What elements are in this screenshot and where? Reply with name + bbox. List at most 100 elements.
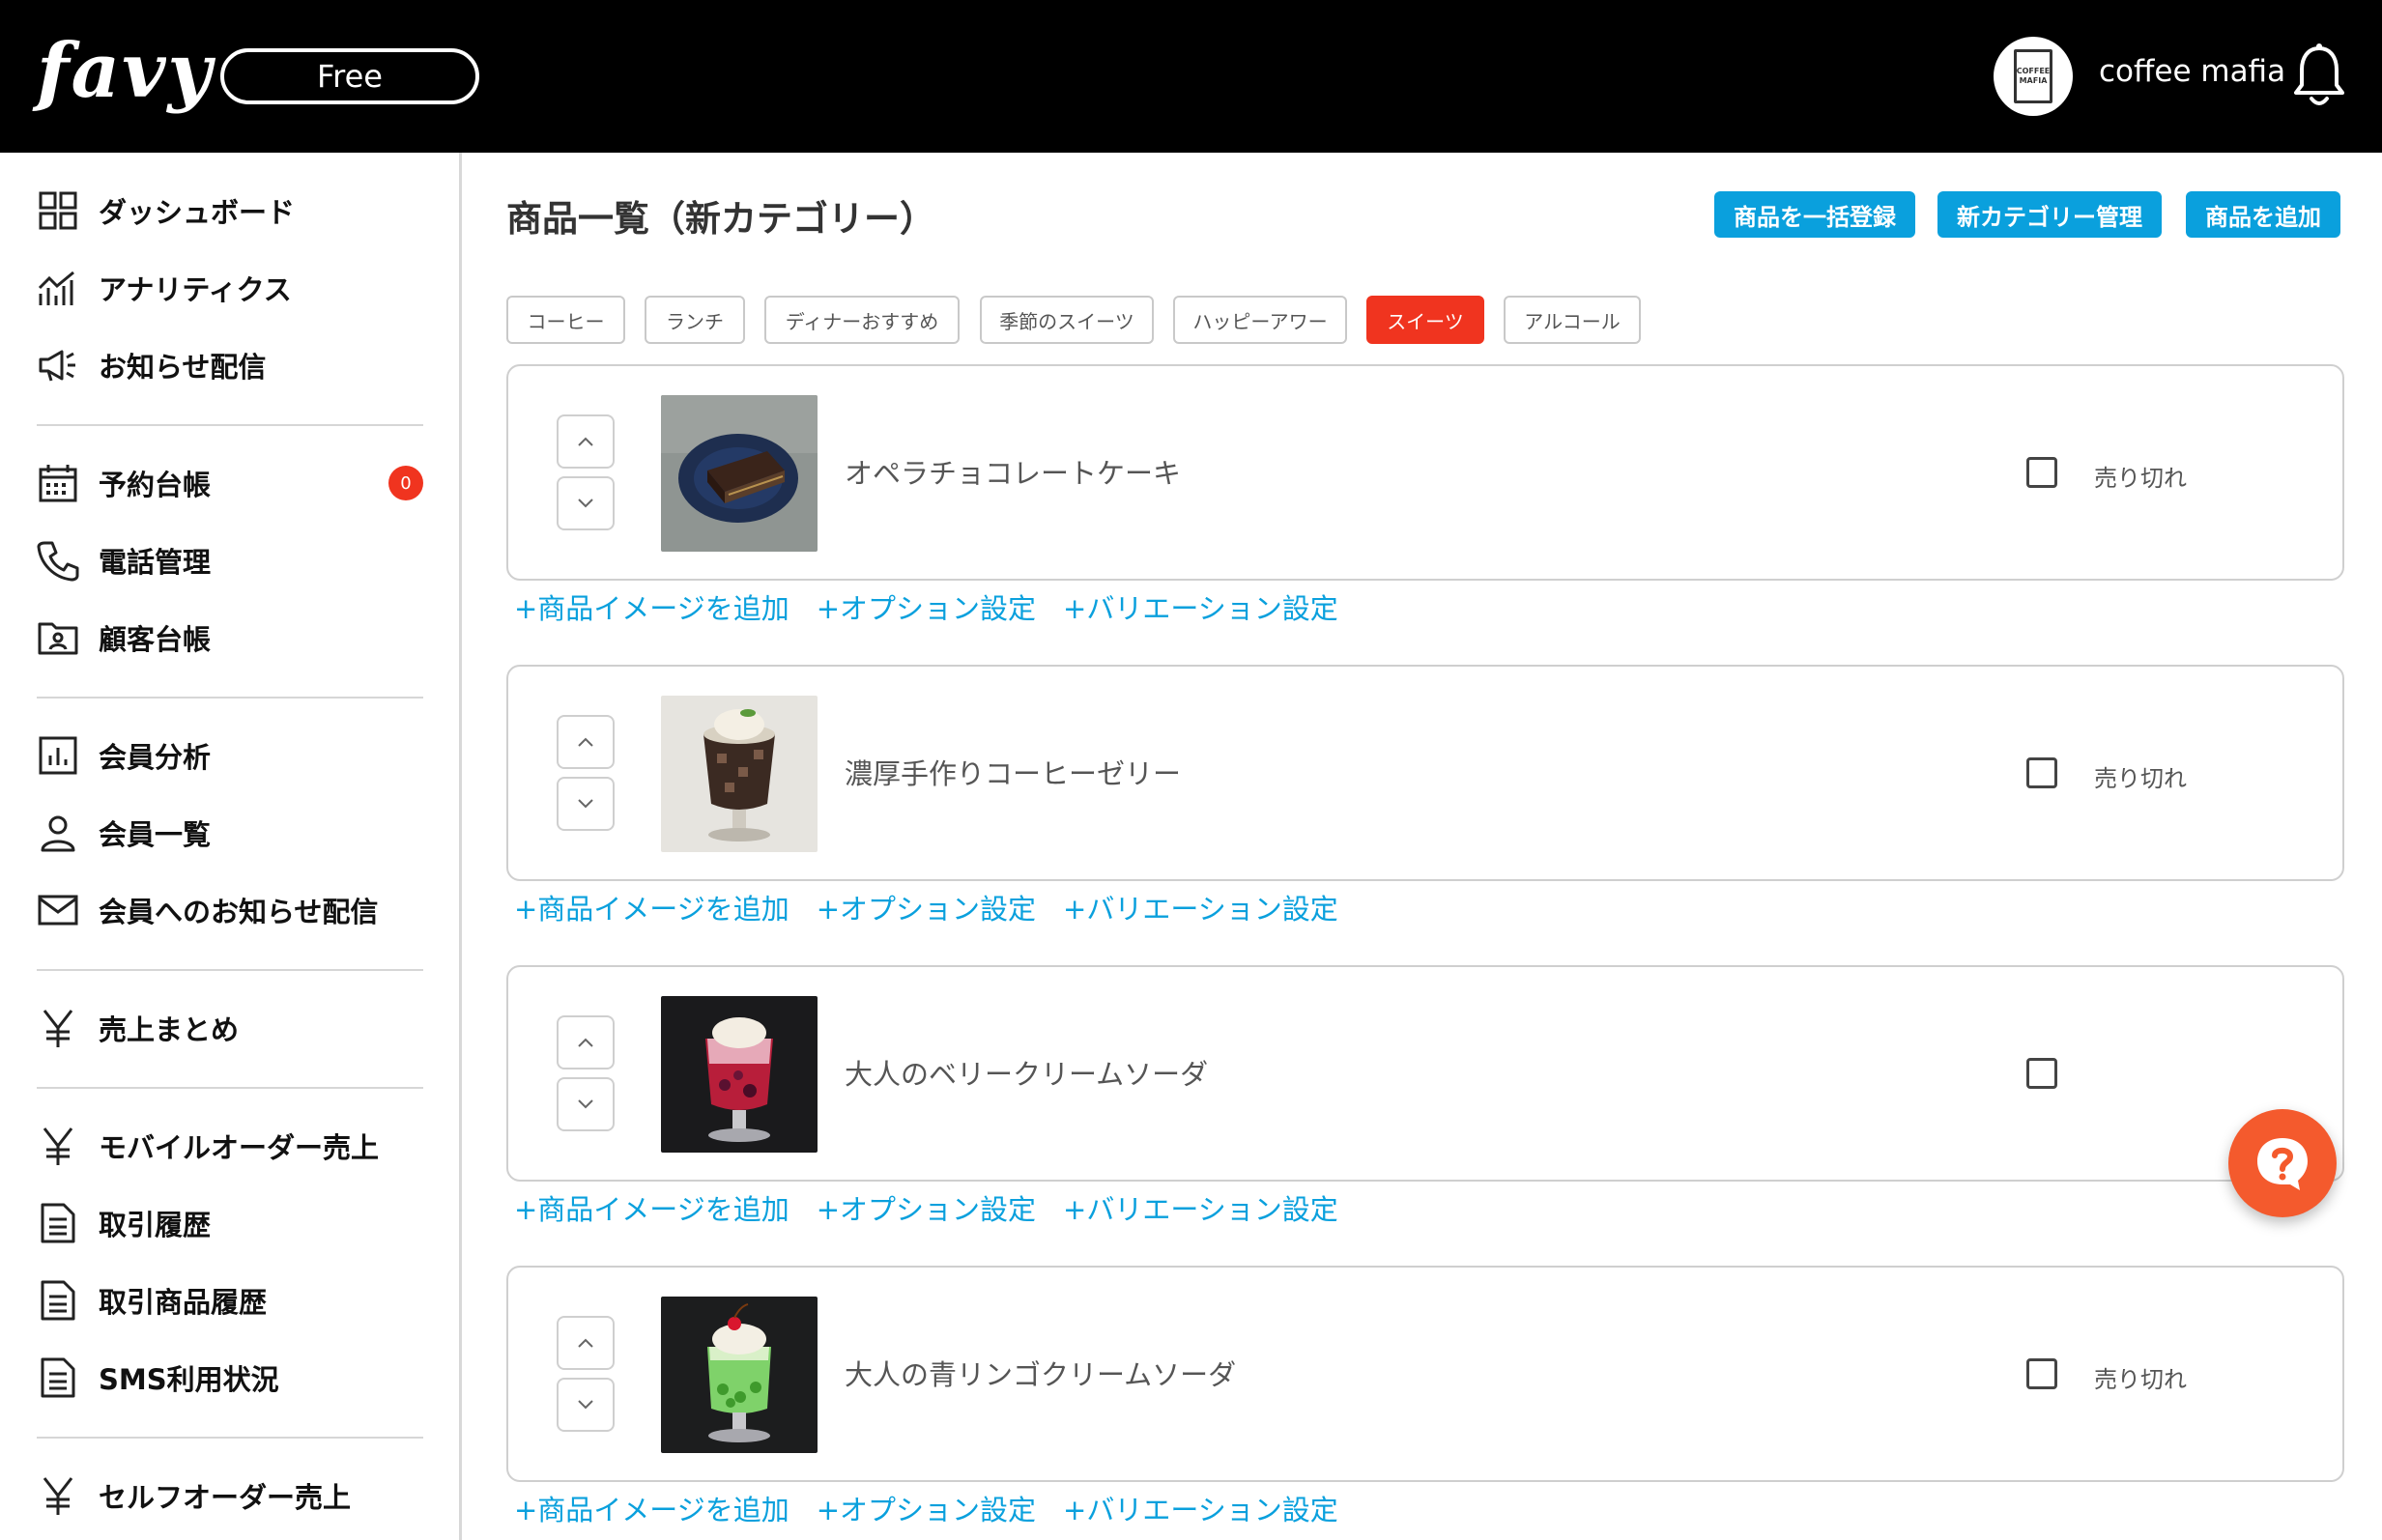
top-header: favy Free COFFEE MAFIA coffee mafia [0, 0, 2382, 153]
sidebar-item-label: 取引履歴 [99, 1209, 212, 1241]
nav-divider [37, 1437, 423, 1439]
product-name: 大人の青リンゴクリームソーダ [845, 1358, 1237, 1391]
category-tab-lunch[interactable]: ランチ [645, 296, 745, 344]
category-tab-alcohol[interactable]: アルコール [1504, 296, 1641, 344]
document-icon [41, 1280, 75, 1321]
category-tab-coffee[interactable]: コーヒー [506, 296, 625, 344]
sidebar-item-label: 予約台帳 [99, 469, 212, 501]
move-up-button[interactable] [557, 414, 615, 469]
sidebar-item-announcements[interactable]: お知らせ配信 [37, 336, 423, 394]
sidebar-item-customers[interactable]: 顧客台帳 [37, 609, 423, 667]
help-question-icon [2257, 1138, 2308, 1190]
category-tab-seasonal-sweets[interactable]: 季節のスイーツ [980, 296, 1154, 344]
move-down-button[interactable] [557, 1077, 615, 1131]
product-image[interactable] [661, 996, 818, 1153]
sidebar-item-mobile-order-sales[interactable]: モバイルオーダー売上 [37, 1117, 423, 1175]
add-image-link[interactable]: +商品イメージを追加 [514, 586, 789, 627]
document-icon [41, 1357, 75, 1398]
add-product-button[interactable]: 商品を追加 [2186, 191, 2340, 238]
sidebar-item-sms-usage[interactable]: SMS利用状況 [37, 1349, 423, 1407]
sidebar-item-label: モバイルオーダー売上 [99, 1131, 380, 1164]
sidebar-item-label: 会員分析 [99, 741, 212, 774]
sidebar-item-label: お知らせ配信 [99, 351, 267, 384]
favy-logo[interactable]: favy [37, 27, 214, 115]
add-image-link[interactable]: +商品イメージを追加 [514, 1488, 789, 1528]
category-tab-dinner[interactable]: ディナーおすすめ [764, 296, 960, 344]
sidebar-item-member-list[interactable]: 会員一覧 [37, 804, 423, 862]
soldout-checkbox[interactable] [2026, 757, 2057, 788]
megaphone-icon [39, 350, 75, 382]
option-settings-link[interactable]: +オプション設定 [817, 1187, 1036, 1228]
move-up-button[interactable] [557, 715, 615, 769]
sidebar-item-phone[interactable]: 電話管理 [37, 531, 423, 589]
product-links: +商品イメージを追加 +オプション設定 +バリエーション設定 [514, 587, 1365, 626]
soldout-checkbox[interactable] [2026, 1058, 2057, 1089]
sidebar-item-transaction-product-history[interactable]: 取引商品履歴 [37, 1271, 423, 1329]
variation-settings-link[interactable]: +バリエーション設定 [1063, 586, 1338, 627]
category-manage-button[interactable]: 新カテゴリー管理 [1937, 191, 2162, 238]
bulk-register-button[interactable]: 商品を一括登録 [1714, 191, 1915, 238]
chevron-down-icon [578, 1099, 593, 1109]
bell-icon[interactable] [2292, 43, 2346, 110]
sidebar-item-analytics[interactable]: アナリティクス [37, 259, 423, 317]
move-down-button[interactable] [557, 777, 615, 831]
yen-icon [43, 1477, 73, 1515]
add-image-link[interactable]: +商品イメージを追加 [514, 887, 789, 927]
sidebar-item-label: ダッシュボード [99, 196, 296, 229]
page-title: 商品一覧（新カテゴリー） [506, 198, 935, 240]
analytics-chart-icon [38, 271, 74, 305]
variation-settings-link[interactable]: +バリエーション設定 [1063, 1488, 1338, 1528]
product-card: 大人のベリークリームソーダ [506, 965, 2344, 1182]
sidebar-item-member-announcements[interactable]: 会員へのお知らせ配信 [37, 881, 423, 939]
sidebar-item-transaction-history[interactable]: 取引履歴 [37, 1194, 423, 1252]
category-tab-happy-hour[interactable]: ハッピーアワー [1173, 296, 1347, 344]
chevron-up-icon [578, 1038, 593, 1047]
sidebar-item-label: アナリティクス [99, 273, 292, 306]
variation-settings-link[interactable]: +バリエーション設定 [1063, 887, 1338, 927]
user-icon [41, 815, 75, 852]
sidebar: ダッシュボード アナリティクス お知らせ配信 予約台帳 0 電話管理 顧客台帳 … [0, 153, 462, 1540]
sidebar-item-reservations[interactable]: 予約台帳 [37, 454, 423, 512]
sidebar-item-label: 電話管理 [99, 546, 212, 579]
shop-name[interactable]: coffee mafia [2099, 54, 2285, 89]
product-links: +商品イメージを追加 +オプション設定 +バリエーション設定 [514, 1489, 1365, 1527]
customer-folder-icon [38, 622, 78, 655]
sidebar-item-label: 取引商品履歴 [99, 1286, 268, 1319]
option-settings-link[interactable]: +オプション設定 [817, 887, 1036, 927]
product-links: +商品イメージを追加 +オプション設定 +バリエーション設定 [514, 1188, 1365, 1227]
move-up-button[interactable] [557, 1316, 615, 1370]
shop-logo-text: COFFEE MAFIA [2016, 67, 2051, 85]
option-settings-link[interactable]: +オプション設定 [817, 1488, 1036, 1528]
soldout-checkbox[interactable] [2026, 457, 2057, 488]
sidebar-item-member-analysis[interactable]: 会員分析 [37, 727, 423, 784]
product-name: オペラチョコレートケーキ [845, 457, 1182, 490]
shop-avatar[interactable]: COFFEE MAFIA [1994, 37, 2073, 116]
sidebar-item-sales-summary[interactable]: 売上まとめ [37, 999, 423, 1057]
move-up-button[interactable] [557, 1015, 615, 1069]
option-settings-link[interactable]: +オプション設定 [817, 586, 1036, 627]
product-image[interactable] [661, 1297, 818, 1453]
chevron-up-icon [578, 1338, 593, 1348]
add-image-link[interactable]: +商品イメージを追加 [514, 1187, 789, 1228]
move-down-button[interactable] [557, 1378, 615, 1432]
yen-icon [43, 1127, 73, 1165]
soldout-checkbox[interactable] [2026, 1358, 2057, 1389]
shop-logo-mark: COFFEE MAFIA [2014, 49, 2052, 103]
soldout-label: 売り切れ [2094, 1366, 2187, 1393]
variation-settings-link[interactable]: +バリエーション設定 [1063, 1187, 1338, 1228]
category-tab-sweets[interactable]: スイーツ [1366, 296, 1484, 344]
product-image[interactable] [661, 395, 818, 552]
move-down-button[interactable] [557, 476, 615, 530]
sidebar-item-self-order-sales[interactable]: セルフオーダー売上 [37, 1467, 423, 1525]
sidebar-item-label: セルフオーダー売上 [99, 1481, 352, 1514]
plan-badge[interactable]: Free [220, 48, 479, 104]
chevron-down-icon [578, 499, 593, 508]
nav-divider [37, 697, 423, 699]
product-image[interactable] [661, 696, 818, 852]
sidebar-item-dashboard[interactable]: ダッシュボード [37, 182, 423, 240]
product-name: 濃厚手作りコーヒーゼリー [845, 757, 1182, 790]
sidebar-item-label: 会員へのお知らせ配信 [99, 896, 379, 928]
chevron-up-icon [578, 437, 593, 446]
help-button[interactable] [2228, 1109, 2337, 1217]
product-links: +商品イメージを追加 +オプション設定 +バリエーション設定 [514, 888, 1365, 927]
